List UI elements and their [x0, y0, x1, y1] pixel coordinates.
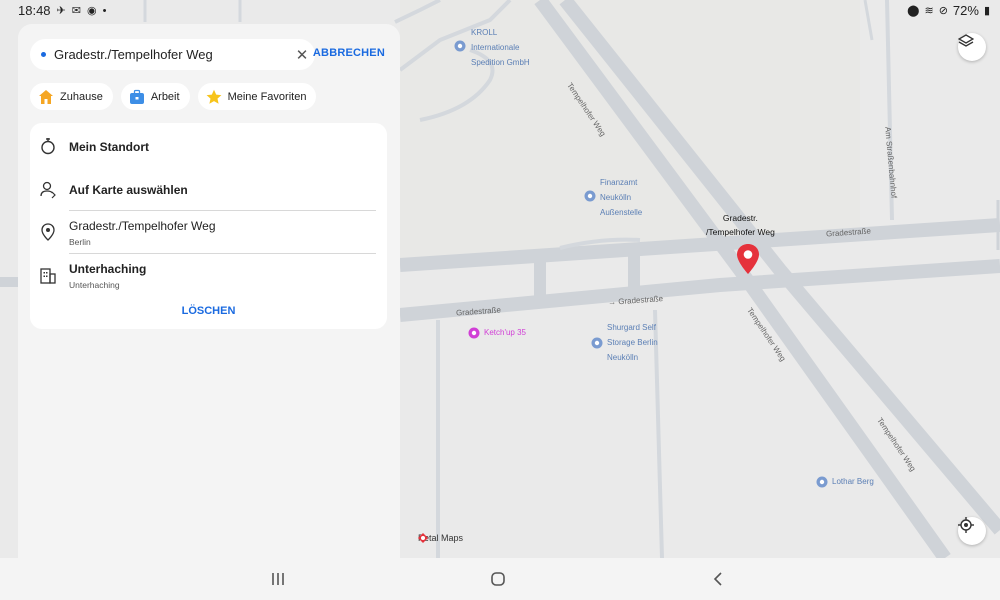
airplane-icon: ✈	[56, 4, 66, 17]
chip-label: Arbeit	[150, 90, 180, 103]
briefcase-icon	[129, 89, 144, 104]
mail-icon: ✉	[71, 4, 81, 17]
recent-apps-button[interactable]	[266, 568, 290, 590]
star-icon	[206, 89, 221, 104]
search-location-dot-icon	[41, 52, 46, 57]
suggestions-card: Mein Standort Auf Karte auswählen Grades…	[30, 123, 387, 329]
history-subtitle: Unterhaching	[69, 280, 120, 290]
poi-label-finanzamt[interactable]: Finanzamt Neukölln Außenstelle	[600, 175, 642, 220]
history-item[interactable]: Unterhaching Unterhaching	[30, 254, 387, 296]
poi-marker-icon[interactable]	[454, 40, 466, 52]
more-notifications-dot-icon: •	[102, 4, 107, 17]
selected-location-label: Gradestr. /Tempelhofer Weg	[706, 213, 775, 237]
shortcut-chips: Zuhause Arbeit Meine Favoriten	[30, 83, 317, 110]
cancel-button[interactable]: ABBRECHEN	[313, 47, 385, 59]
history-item[interactable]: Gradestr./Tempelhofer Weg Berlin	[30, 211, 387, 253]
history-title: Gradestr./Tempelhofer Weg	[69, 219, 216, 233]
history-title: Unterhaching	[69, 262, 147, 276]
search-query[interactable]: Gradestr./Tempelhofer Weg	[54, 47, 289, 62]
battery-percent: 72%	[952, 3, 979, 18]
history-subtitle: Berlin	[69, 237, 91, 247]
status-bar: 18:48 ✈ ✉ ◉ • ⬤ ≋ ⊘ 72% ▮	[0, 0, 1000, 22]
building-icon	[40, 268, 56, 284]
status-time: 18:48	[18, 3, 51, 18]
poi-marker-icon[interactable]	[468, 327, 480, 339]
pick-on-map-label: Auf Karte auswählen	[69, 183, 188, 197]
battery-icon: ▮	[983, 4, 990, 17]
do-not-disturb-icon: ⊘	[938, 4, 948, 17]
pick-on-map-icon	[40, 181, 56, 199]
poi-label-ketchup[interactable]: Ketch'up 35	[484, 325, 526, 340]
search-panel: Gradestr./Tempelhofer Weg ✕ ABBRECHEN Zu…	[18, 24, 400, 558]
search-input[interactable]: Gradestr./Tempelhofer Weg ✕	[30, 39, 315, 70]
my-location-icon	[41, 138, 55, 155]
chip-work[interactable]: Arbeit	[120, 83, 190, 110]
clear-search-icon[interactable]: ✕	[289, 46, 315, 64]
my-location-label: Mein Standort	[69, 140, 149, 154]
chip-label: Meine Favoriten	[227, 90, 307, 103]
chip-label: Zuhause	[60, 90, 103, 103]
map-layers-button[interactable]	[958, 33, 986, 61]
poi-label-shurgard[interactable]: Shurgard Self Storage Berlin Neukölln	[607, 320, 658, 365]
chip-favorites[interactable]: Meine Favoriten	[197, 83, 317, 110]
pick-on-map-item[interactable]: Auf Karte auswählen	[30, 169, 387, 211]
clear-history-button[interactable]: LÖSCHEN	[30, 305, 387, 317]
crosshair-icon	[958, 517, 974, 533]
poi-label-lothar-berg[interactable]: Lothar Berg	[832, 474, 874, 489]
home-button[interactable]	[486, 568, 510, 590]
my-location-item[interactable]: Mein Standort	[30, 123, 387, 165]
notification-icon: ◉	[86, 4, 97, 17]
back-button[interactable]	[706, 568, 730, 590]
layers-icon	[958, 34, 974, 47]
petal-maps-logo: Petal Maps	[418, 533, 463, 543]
home-icon	[39, 89, 53, 104]
location-pin-icon[interactable]	[736, 243, 760, 275]
chip-home[interactable]: Zuhause	[30, 83, 113, 110]
back-icon	[713, 572, 722, 586]
my-location-button[interactable]	[958, 517, 986, 545]
wifi-icon: ≋	[924, 4, 934, 17]
home-nav-icon	[491, 572, 505, 586]
poi-marker-icon[interactable]	[816, 476, 828, 488]
poi-marker-icon[interactable]	[584, 190, 596, 202]
poi-marker-icon[interactable]	[591, 337, 603, 349]
location-status-icon: ⬤	[907, 4, 920, 17]
location-pin-outline-icon	[41, 223, 55, 241]
navigation-bar	[0, 558, 1000, 600]
recent-apps-icon	[272, 573, 284, 585]
petal-logo-icon	[418, 533, 428, 543]
poi-label-kroll[interactable]: KROLL Internationale Spedition GmbH	[471, 25, 530, 70]
